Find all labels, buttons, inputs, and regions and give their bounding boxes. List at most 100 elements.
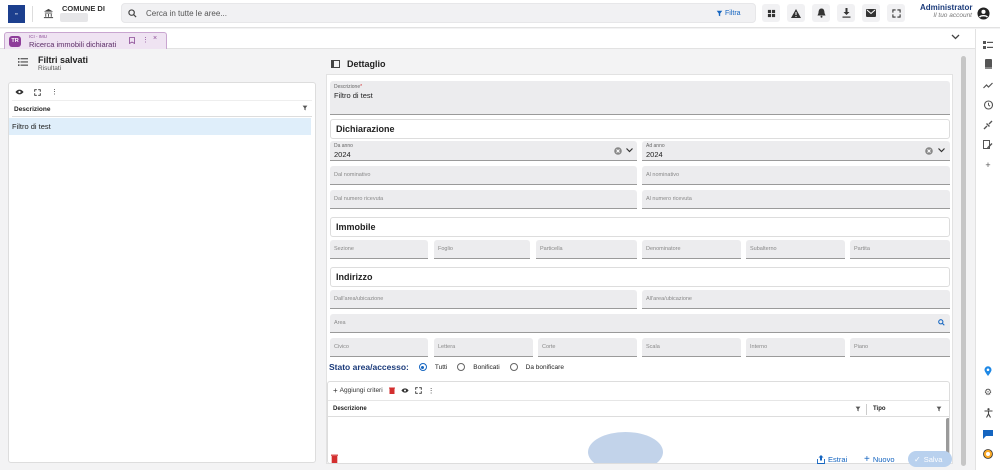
ad-anno-value: 2024	[646, 150, 663, 159]
funnel-icon[interactable]	[936, 406, 942, 412]
filter-button[interactable]: Filtra	[713, 7, 744, 19]
scala-field[interactable]: Scala	[642, 338, 741, 357]
list-settings-icon[interactable]	[981, 38, 995, 52]
downloads-button[interactable]	[837, 4, 855, 22]
clear-icon[interactable]	[614, 147, 622, 155]
bookmark-icon[interactable]	[129, 37, 135, 44]
history-icon[interactable]	[981, 98, 995, 112]
main-scrollbar[interactable]	[959, 50, 968, 470]
account-icon[interactable]	[977, 7, 990, 20]
nuovo-label: Nuovo	[872, 454, 895, 464]
civico-field[interactable]: Civico	[330, 338, 428, 357]
support-icon[interactable]	[981, 447, 995, 461]
accessibility-icon[interactable]	[981, 406, 995, 420]
chevron-down-icon[interactable]	[938, 148, 945, 153]
more-vert-icon[interactable]: ⋮	[51, 88, 58, 96]
da-anno-select[interactable]: Da anno 2024	[330, 141, 637, 161]
gear-icon[interactable]: ⚙	[981, 385, 995, 399]
global-search[interactable]: Cerca in tutte le aree...	[121, 3, 756, 23]
denominatore-field[interactable]: Denominatore	[642, 240, 741, 259]
radio-tutti[interactable]	[418, 363, 427, 371]
more-vert-icon[interactable]: ⋮	[142, 36, 149, 44]
saved-filters-list: ⋮ Descrizione Filtro di test	[8, 82, 316, 463]
particella-field[interactable]: Particella	[536, 240, 637, 259]
more-vert-icon[interactable]: ⋮	[428, 387, 435, 395]
radio-da-bonificare-label: Da bonificare	[525, 363, 564, 371]
chat-icon[interactable]	[981, 427, 995, 441]
notifications-button[interactable]	[812, 4, 830, 22]
al-numero-ricevuta-field[interactable]: Al numero ricevuta	[642, 190, 950, 209]
dal-nominativo-field[interactable]: Dal nominativo	[330, 166, 637, 185]
nuovo-button[interactable]: + Nuovo	[858, 451, 901, 467]
list-header: Descrizione	[12, 100, 312, 117]
user-account-link: Il tuo account	[933, 12, 972, 19]
all-area-field[interactable]: All'area/ubicazione	[642, 290, 950, 309]
al-nominativo-field[interactable]: Al nominativo	[642, 166, 950, 185]
tab-badge: TR	[9, 36, 21, 47]
clear-icon[interactable]	[925, 147, 933, 155]
radio-bonificati[interactable]	[457, 363, 466, 371]
fullscreen-button[interactable]	[887, 4, 905, 22]
dal-numero-ricevuta-field[interactable]: Dal numero ricevuta	[330, 190, 637, 209]
user-menu[interactable]: Administrator Il tuo account	[920, 3, 972, 19]
warnings-button[interactable]	[787, 4, 805, 22]
piano-field[interactable]: Piano	[850, 338, 950, 357]
foglio-field[interactable]: Foglio	[434, 240, 530, 259]
book-icon[interactable]	[981, 57, 995, 71]
da-anno-label: Da anno	[334, 143, 353, 149]
tab-ricerca-immobili[interactable]: TR ICI - IMU Ricerca immobili dichiarati…	[4, 32, 167, 49]
eye-icon[interactable]	[15, 89, 24, 95]
location-pin-icon[interactable]	[981, 364, 995, 378]
upload-icon	[817, 454, 825, 464]
list-item[interactable]: Filtro di test	[9, 118, 311, 135]
search-placeholder: Cerca in tutte le aree...	[146, 9, 227, 18]
estrai-button[interactable]: Estrai	[811, 451, 853, 467]
column-divider	[866, 404, 867, 415]
descrizione-value: Filtro di test	[334, 91, 373, 100]
partita-field[interactable]: Partita	[850, 240, 950, 259]
action-bar: Estrai + Nuovo ✓ Salva	[320, 448, 958, 470]
edit-document-icon[interactable]	[981, 138, 995, 152]
fullscreen-icon[interactable]	[34, 88, 41, 96]
radio-tutti-label: Tutti	[434, 363, 448, 371]
radio-bonificati-label: Bonificati	[473, 363, 500, 371]
funnel-icon	[716, 10, 723, 16]
trash-icon	[331, 454, 338, 463]
funnel-icon[interactable]	[302, 105, 308, 111]
section-indirizzo: Indirizzo	[330, 267, 950, 287]
tab-bar: TR ICI - IMU Ricerca immobili dichiarati…	[0, 29, 975, 49]
sezione-field[interactable]: Sezione	[330, 240, 428, 259]
funnel-icon[interactable]	[855, 406, 861, 412]
fullscreen-icon	[891, 8, 901, 18]
corte-field[interactable]: Corte	[538, 338, 637, 357]
lettera-field[interactable]: Lettera	[434, 338, 533, 357]
add-icon[interactable]: +	[981, 158, 995, 172]
close-icon[interactable]: ×	[153, 35, 157, 42]
dall-area-field[interactable]: Dall'area/ubicazione	[330, 290, 637, 309]
plugin-icon[interactable]	[981, 118, 995, 132]
da-anno-value: 2024	[334, 150, 351, 159]
chevron-down-icon[interactable]	[951, 34, 960, 40]
radio-da-bonificare[interactable]	[509, 363, 518, 371]
trending-icon[interactable]	[981, 78, 995, 92]
trash-icon[interactable]	[388, 387, 395, 394]
subalterno-field[interactable]: Subalterno	[746, 240, 845, 259]
salva-button[interactable]: ✓ Salva	[908, 451, 952, 467]
ad-anno-select[interactable]: Ad anno 2024	[642, 141, 950, 161]
eye-icon[interactable]	[401, 388, 409, 393]
scrollbar-thumb[interactable]	[961, 56, 966, 466]
messages-button[interactable]	[862, 4, 880, 22]
download-icon	[842, 8, 850, 18]
search-icon[interactable]	[938, 319, 945, 326]
descrizione-field[interactable]: Descrizione* Filtro di test	[330, 81, 950, 115]
stato-area-title: Stato area/accesso:	[329, 362, 409, 372]
chevron-down-icon[interactable]	[626, 148, 633, 153]
app-logo[interactable]: ▪▪	[8, 5, 25, 23]
add-criteria-button[interactable]: + Aggiungi criteri	[333, 386, 383, 395]
top-bar: ▪▪ COMUNE DI Cerca in tutte le aree... F…	[0, 0, 1000, 28]
fullscreen-icon[interactable]	[414, 387, 422, 394]
interno-field[interactable]: Interno	[746, 338, 845, 357]
area-field[interactable]: Area	[330, 314, 950, 333]
delete-button[interactable]	[331, 454, 338, 463]
dashboard-button[interactable]	[762, 4, 780, 22]
